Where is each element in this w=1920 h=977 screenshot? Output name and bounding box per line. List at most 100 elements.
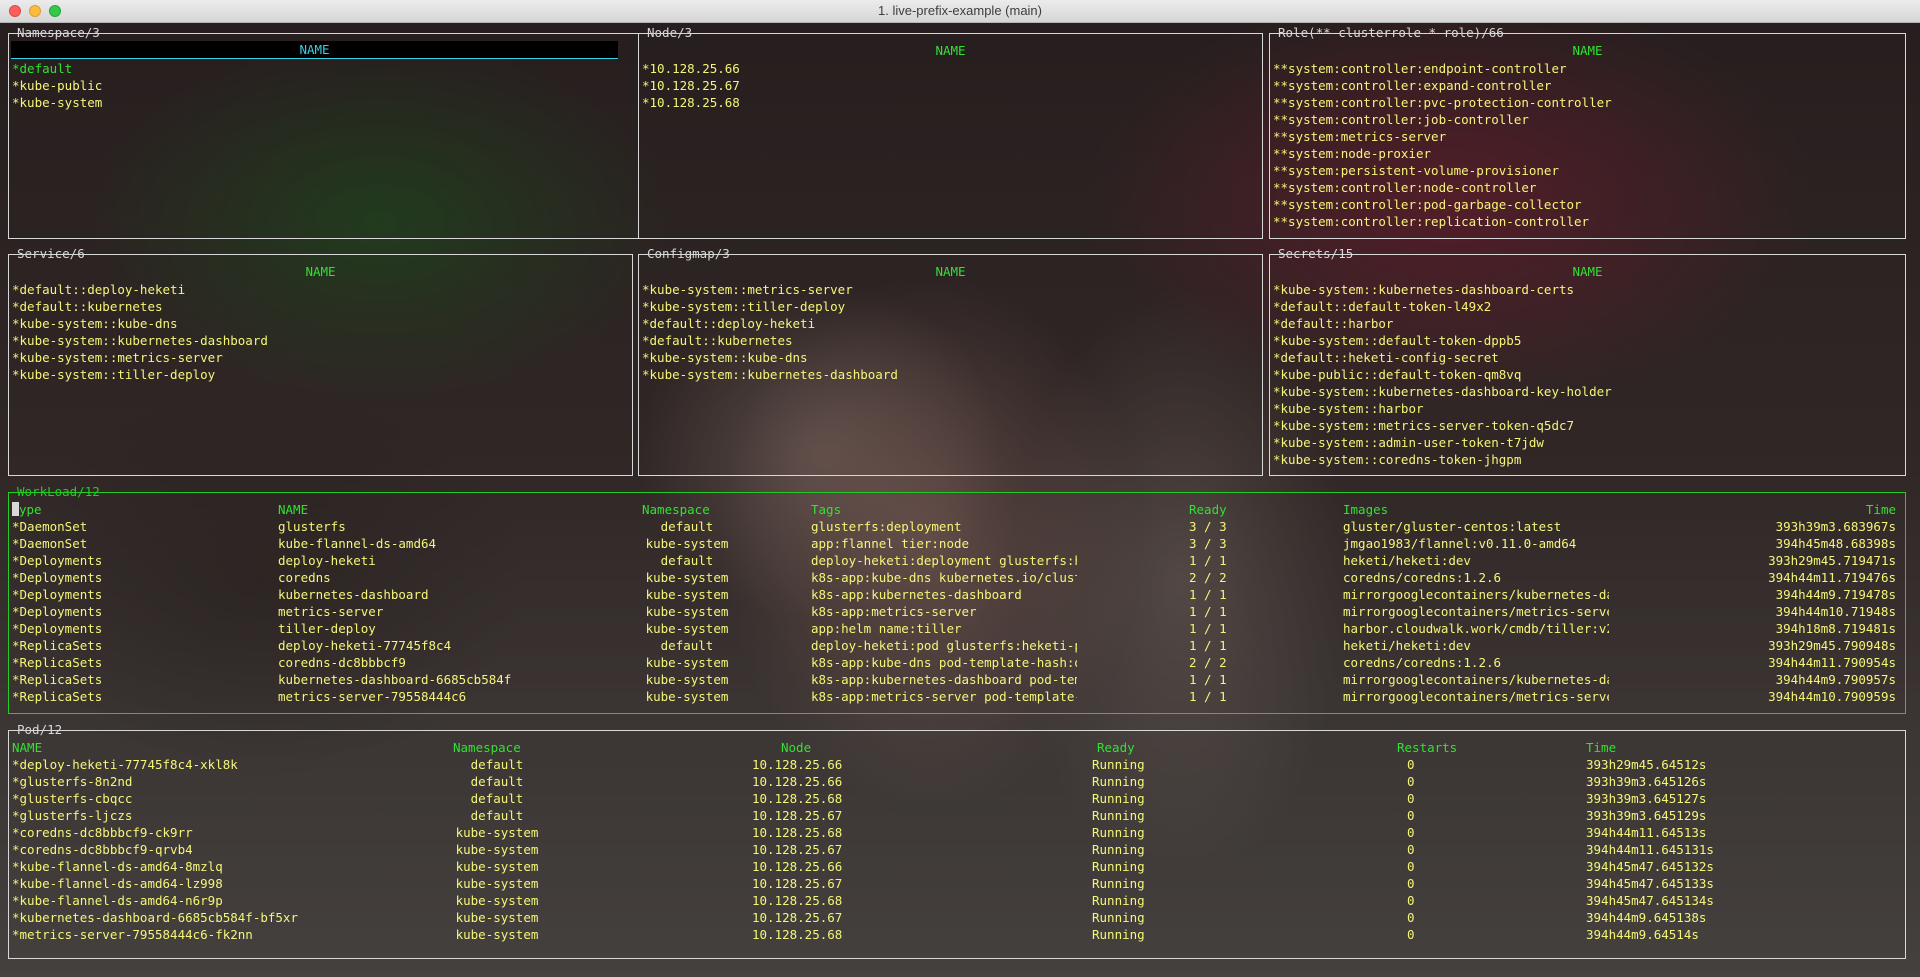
pod-ready-cell: Running [1092, 876, 1145, 891]
workload-table-row[interactable]: *DaemonSet kube-flannel-ds-amd64 kube-syst… [12, 535, 1902, 552]
secrets-list-item[interactable]: *default::harbor [1273, 315, 1902, 332]
node-list-item[interactable]: *10.128.25.67 [642, 77, 1259, 94]
workload-table-row[interactable]: *Deployments tiller-deploy kube-system app:… [12, 620, 1902, 637]
secrets-list-item-label: *kube-system::kubernetes-dashboard-certs [1273, 282, 1575, 297]
pod-restarts-cell: 0 [1407, 757, 1415, 772]
workload-table-row[interactable]: *ReplicaSets metrics-server-79558444c6 kub… [12, 688, 1902, 705]
workload-panel[interactable]: WorkLoad/12 ype NAME Namespace Tags Read… [8, 484, 1906, 714]
role-list-item[interactable]: **system:controller:pod-garbage-collecto… [1273, 196, 1902, 213]
configmap-list-item[interactable]: *default::kubernetes [642, 332, 1259, 349]
configmap-list-item[interactable]: *kube-system::metrics-server [642, 281, 1259, 298]
node-list-item[interactable]: *10.128.25.66 [642, 60, 1259, 77]
workload-images-cell: jmgao1983/flannel:v0.11.0-amd64 [1343, 536, 1577, 551]
pod-restarts-cell: 0 [1407, 791, 1415, 806]
pod-table-row[interactable]: *glusterfs-8n2nd default 10.128.25.66 Runni… [12, 773, 1902, 790]
workload-ready-cell: 1 / 1 [1189, 587, 1227, 602]
pod-table-row[interactable]: *kube-flannel-ds-amd64-8mzlq kube-system 1… [12, 858, 1902, 875]
secrets-list-item[interactable]: *kube-system::metrics-server-token-q5dc7 [1273, 417, 1902, 434]
minimize-window-button[interactable] [29, 5, 41, 17]
configmap-list-item-label: *kube-system::tiller-deploy [642, 299, 846, 314]
workload-table-row[interactable]: *ReplicaSets kubernetes-dashboard-6685cb5… [12, 671, 1902, 688]
pod-table-row[interactable]: *kubernetes-dashboard-6685cb584f-bf5xr ku… [12, 909, 1902, 926]
role-list-item[interactable]: **system:controller:expand-controller [1273, 77, 1902, 94]
workload-table-row[interactable]: *ReplicaSets deploy-heketi-77745f8c4 defau… [12, 637, 1902, 654]
service-list-item[interactable]: *kube-system::metrics-server [12, 349, 629, 366]
pod-ready-cell: Running [1092, 842, 1145, 857]
service-list-item[interactable]: *kube-system::kube-dns [12, 315, 629, 332]
pod-table-row[interactable]: *glusterfs-cbqcc default 10.128.25.68 Runni… [12, 790, 1902, 807]
workload-images-cell: harbor.cloudwalk.work/cmdb/tiller:v2.1 [1343, 621, 1609, 636]
workload-name-cell: kubernetes-dashboard [278, 587, 429, 602]
service-list-item[interactable]: *default::kubernetes [12, 298, 629, 315]
role-list-item[interactable]: **system:controller:pvc-protection-contr… [1273, 94, 1902, 111]
service-list-item[interactable]: *kube-system::tiller-deploy [12, 366, 629, 383]
workload-images-cell: mirrorgooglecontainers/kubernetes-dash [1343, 587, 1609, 602]
pod-ready-cell: Running [1092, 825, 1145, 840]
role-panel[interactable]: Role(** clusterrole * role)/66 NAME **sy… [1269, 25, 1906, 239]
namespace-list-item[interactable]: *kube-public [12, 77, 635, 94]
column-header-namespace: Namespace [453, 740, 521, 755]
workload-name-cell: glusterfs [278, 519, 346, 534]
secrets-list-item[interactable]: *kube-system::admin-user-token-t7jdw [1273, 434, 1902, 451]
secrets-list-item[interactable]: *default::default-token-l49x2 [1273, 298, 1902, 315]
role-list-item[interactable]: **system:controller:job-controller [1273, 111, 1902, 128]
pod-panel[interactable]: Pod/12 NAME Namespace Node Ready Restart… [8, 722, 1906, 959]
pod-restarts-cell: 0 [1407, 859, 1415, 874]
pod-table-row[interactable]: *coredns-dc8bbbcf9-qrvb4 kube-system 10.12… [12, 841, 1902, 858]
pod-node-cell: 10.128.25.68 [752, 825, 843, 840]
configmap-list-item[interactable]: *default::deploy-heketi [642, 315, 1259, 332]
workload-tags-cell: k8s-app:kube-dns kubernetes.io/cluster [811, 570, 1077, 585]
configmap-list-item[interactable]: *kube-system::kubernetes-dashboard [642, 366, 1259, 383]
node-panel[interactable]: Node/3 NAME *10.128.25.66 *10.128.25.67 *1… [638, 25, 1263, 239]
secrets-list-item[interactable]: *kube-system::default-token-dppb5 [1273, 332, 1902, 349]
close-window-button[interactable] [9, 5, 21, 17]
pod-table-row[interactable]: *coredns-dc8bbbcf9-ck9rr kube-system 10.12… [12, 824, 1902, 841]
pod-table-row[interactable]: *kube-flannel-ds-amd64-n6r9p kube-system 1… [12, 892, 1902, 909]
service-list-item[interactable]: *default::deploy-heketi [12, 281, 629, 298]
workload-table-row[interactable]: *Deployments kubernetes-dashboard kube-sys… [12, 586, 1902, 603]
configmap-panel[interactable]: Configmap/3 NAME *kube-system::metrics-s… [638, 246, 1263, 476]
role-list-item[interactable]: **system:controller:replication-controll… [1273, 213, 1902, 230]
role-list-item[interactable]: **system:metrics-server [1273, 128, 1902, 145]
maximize-window-button[interactable] [49, 5, 61, 17]
secrets-list-item[interactable]: *kube-system::coredns-token-jhgpm [1273, 451, 1902, 468]
column-header-ready: Ready [1189, 502, 1227, 517]
secrets-list-item[interactable]: *default::heketi-config-secret [1273, 349, 1902, 366]
role-list-item[interactable]: **system:controller:endpoint-controller [1273, 60, 1902, 77]
node-list-item[interactable]: *10.128.25.68 [642, 94, 1259, 111]
configmap-list-item[interactable]: *kube-system::kube-dns [642, 349, 1259, 366]
pod-table-row[interactable]: *deploy-heketi-77745f8c4-xkl8k default 10.… [12, 756, 1902, 773]
pod-namespace-cell: kube-system [455, 859, 539, 874]
pod-time-cell: 394h44m11.64513s [1586, 825, 1707, 840]
namespace-list-item[interactable]: *default [12, 60, 635, 77]
workload-table-row[interactable]: *Deployments metrics-server kube-system k8s… [12, 603, 1902, 620]
pod-table-row[interactable]: *metrics-server-79558444c6-fk2nn kube-sys… [12, 926, 1902, 943]
workload-table-row[interactable]: *ReplicaSets coredns-dc8bbbcf9 kube-system… [12, 654, 1902, 671]
configmap-list-item[interactable]: *kube-system::tiller-deploy [642, 298, 1259, 315]
workload-tags-cell: k8s-app:metrics-server pod-template-ha [811, 689, 1077, 704]
namespace-panel[interactable]: Namespace/3 NAME *default *kube-public *ku… [8, 25, 639, 239]
pod-namespace-cell: kube-system [455, 927, 539, 942]
workload-table-row[interactable]: *Deployments deploy-heketi default deploy-h… [12, 552, 1902, 569]
pod-namespace-cell: default [470, 808, 524, 823]
pod-table-row[interactable]: *glusterfs-ljczs default 10.128.25.67 Runni… [12, 807, 1902, 824]
role-list-item[interactable]: **system:persistent-volume-provisioner [1273, 162, 1902, 179]
workload-table-row[interactable]: *DaemonSet glusterfs default glusterfs:depl… [12, 518, 1902, 535]
workload-time-cell: 393h39m3.683967s [1775, 519, 1896, 534]
secrets-list-item[interactable]: *kube-system::kubernetes-dashboard-key-h… [1273, 383, 1902, 400]
workload-table-row[interactable]: *Deployments coredns kube-system k8s-app:ku… [12, 569, 1902, 586]
secrets-list-item[interactable]: *kube-system::harbor [1273, 400, 1902, 417]
service-list-item[interactable]: *kube-system::kubernetes-dashboard [12, 332, 629, 349]
secrets-list-item[interactable]: *kube-system::kubernetes-dashboard-certs [1273, 281, 1902, 298]
service-panel[interactable]: Service/6 NAME *default::deploy-heketi *d… [8, 246, 633, 476]
namespace-list-item[interactable]: *kube-system [12, 94, 635, 111]
secrets-panel[interactable]: Secrets/15 NAME *kube-system::kubernetes… [1269, 246, 1906, 476]
service-list-item-label: *kube-system::metrics-server [12, 350, 223, 365]
role-list-item[interactable]: **system:node-proxier [1273, 145, 1902, 162]
role-list-item[interactable]: **system:controller:node-controller [1273, 179, 1902, 196]
workload-namespace-cell: kube-system [645, 655, 729, 670]
pod-table-row[interactable]: *kube-flannel-ds-amd64-lz998 kube-system 1… [12, 875, 1902, 892]
secrets-list-item[interactable]: *kube-public::default-token-qm8vq [1273, 366, 1902, 383]
workload-name-cell: tiller-deploy [278, 621, 376, 636]
configmap-list-item-label: *kube-system::kubernetes-dashboard [642, 367, 898, 382]
